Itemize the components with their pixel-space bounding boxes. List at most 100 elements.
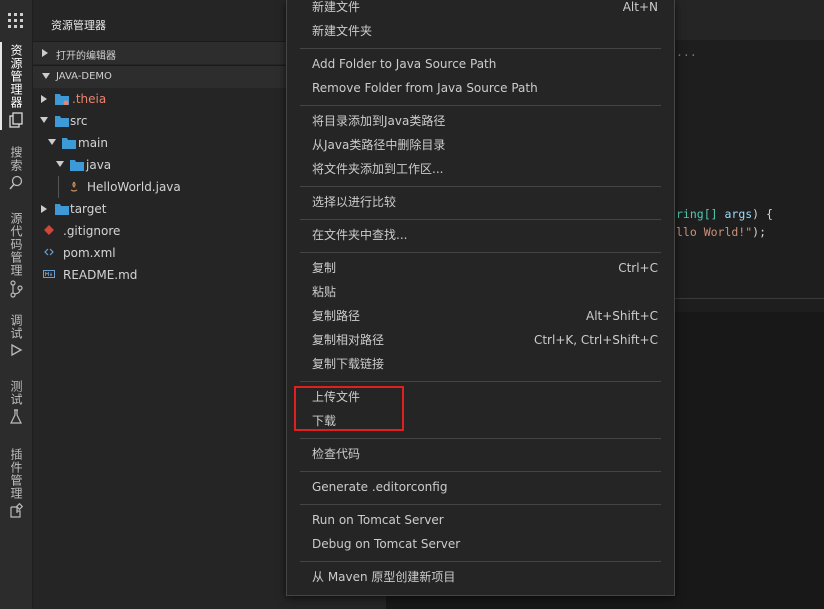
menu-item-select-compare[interactable]: 选择以进行比较: [287, 190, 674, 214]
tab-test[interactable]: 测试: [0, 380, 32, 425]
code-line-1: ring[] args) {: [676, 207, 773, 221]
project-label: JAVA-DEMO: [56, 71, 112, 82]
tree-item-label: pom.xml: [63, 246, 116, 260]
menu-item-label: 复制路径: [312, 309, 361, 323]
menu-item-label: Generate .editorconfig: [312, 480, 448, 494]
menu-item-shortcut: Ctrl+K, Ctrl+Shift+C: [533, 333, 658, 347]
menu-item-label: 复制相对路径: [312, 333, 385, 347]
sidebar-title: 资源管理器: [51, 19, 106, 32]
extensions-icon: [10, 503, 23, 518]
folder-icon: [70, 160, 84, 171]
menu-item-copy-download-link[interactable]: 复制下载链接: [287, 352, 674, 376]
menu-item-generate-editorconfig[interactable]: Generate .editorconfig: [287, 475, 674, 499]
menu-item-check-code[interactable]: 检查代码: [287, 442, 674, 466]
menu-grid-icon[interactable]: [8, 13, 23, 28]
code-type: ring[]: [676, 207, 725, 221]
menu-item-label: 选择以进行比较: [312, 195, 397, 209]
tree-item-label: README.md: [63, 268, 138, 282]
menu-item-label: 粘贴: [312, 285, 337, 299]
menu-item-debug-tomcat[interactable]: Debug on Tomcat Server: [287, 532, 674, 556]
tab-source-control[interactable]: 源代码管理: [0, 212, 32, 298]
menu-separator: [300, 252, 661, 253]
indent-guide: [58, 176, 59, 198]
tree-item-label: .theia: [72, 92, 107, 106]
menu-separator: [300, 438, 661, 439]
tree-item-label: java: [86, 158, 112, 172]
chevron-down-icon: [42, 73, 50, 79]
menu-separator: [300, 219, 661, 220]
highlight-annotation-box: [294, 386, 404, 431]
menu-item-label: Debug on Tomcat Server: [312, 537, 461, 551]
menu-item-add-to-workspace[interactable]: 将文件夹添加到工作区...: [287, 157, 674, 181]
menu-item-label: 复制: [312, 261, 337, 275]
menu-item-run-tomcat[interactable]: Run on Tomcat Server: [287, 508, 674, 532]
tab-explorer[interactable]: 资源管理器: [0, 42, 32, 130]
menu-item-paste[interactable]: 粘贴: [287, 280, 674, 304]
menu-item-label: Remove Folder from Java Source Path: [312, 81, 538, 95]
tab-source-control-label: 源代码管理: [9, 212, 23, 277]
menu-separator: [300, 504, 661, 505]
menu-item-label: 新建文件夹: [312, 24, 373, 38]
tab-explorer-label: 资源管理器: [9, 44, 23, 109]
menu-item-new-file[interactable]: 新建文件 Alt+N: [287, 0, 674, 19]
menu-item-shortcut: Ctrl+C: [618, 261, 658, 275]
search-icon: [9, 175, 23, 190]
menu-separator: [300, 105, 661, 106]
tab-search-label: 搜索: [9, 146, 23, 172]
code-string: llo World!": [676, 225, 753, 239]
menu-item-add-dir-java-path[interactable]: 将目录添加到Java类路径: [287, 109, 674, 133]
menu-item-add-java-source[interactable]: Add Folder to Java Source Path: [287, 52, 674, 76]
menu-item-remove-java-source[interactable]: Remove Folder from Java Source Path: [287, 76, 674, 100]
folder-icon: [55, 94, 69, 105]
code-punct: ) {: [752, 207, 773, 221]
code-punct: );: [752, 225, 767, 239]
markdown-icon: [43, 270, 55, 278]
tab-debug-label: 调试: [9, 314, 23, 340]
tree-item-label: main: [78, 136, 108, 150]
menu-separator: [300, 186, 661, 187]
tree-item-label: HelloWorld.java: [87, 180, 181, 194]
chevron-down-icon: [40, 117, 48, 123]
menu-item-find-in-folder[interactable]: 在文件夹中查找...: [287, 223, 674, 247]
open-editors-label: 打开的编辑器: [56, 51, 116, 62]
menu-separator: [300, 471, 661, 472]
editor-breadcrumb-ellipsis: ...: [676, 45, 697, 59]
activity-bar: 资源管理器 搜索 源代码管理 调试 测试 插件管理: [0, 0, 33, 609]
tab-test-label: 测试: [9, 380, 23, 406]
flask-icon: [10, 409, 22, 424]
menu-item-label: 复制下载链接: [312, 357, 385, 371]
menu-separator: [300, 381, 661, 382]
tree-item-label: src: [70, 114, 88, 128]
menu-separator: [300, 48, 661, 49]
menu-item-label: 将目录添加到Java类路径: [312, 114, 446, 128]
menu-item-remove-dir-java-path[interactable]: 从Java类路径中删除目录: [287, 133, 674, 157]
xml-icon: [44, 248, 54, 256]
menu-item-shortcut: Alt+N: [622, 0, 658, 14]
folder-icon: [62, 138, 76, 149]
tab-debug[interactable]: 调试: [0, 314, 32, 357]
chevron-right-icon: [42, 49, 48, 57]
menu-item-label: 在文件夹中查找...: [312, 228, 408, 242]
code-line-2: llo World!");: [676, 225, 766, 239]
menu-item-label: 将文件夹添加到工作区...: [312, 162, 444, 176]
files-icon: [9, 112, 23, 128]
tab-search[interactable]: 搜索: [0, 146, 32, 191]
menu-item-new-folder[interactable]: 新建文件夹: [287, 19, 674, 43]
tab-extensions-label: 插件管理: [9, 448, 23, 500]
menu-item-copy[interactable]: 复制 Ctrl+C: [287, 256, 674, 280]
menu-item-copy-relative-path[interactable]: 复制相对路径 Ctrl+K, Ctrl+Shift+C: [287, 328, 674, 352]
context-menu: 新建文件 Alt+N 新建文件夹 Add Folder to Java Sourc…: [286, 0, 675, 596]
folder-icon: [55, 204, 69, 215]
chevron-down-icon: [56, 161, 64, 167]
menu-separator: [300, 561, 661, 562]
source-control-icon: [10, 280, 23, 298]
debug-icon: [11, 343, 23, 357]
chevron-right-icon: [41, 95, 47, 103]
tab-extensions[interactable]: 插件管理: [0, 448, 32, 519]
menu-item-label: Run on Tomcat Server: [312, 513, 444, 527]
tree-item-label: target: [70, 202, 107, 216]
menu-item-maven-archetype[interactable]: 从 Maven 原型创建新项目: [287, 565, 674, 589]
menu-item-copy-path[interactable]: 复制路径 Alt+Shift+C: [287, 304, 674, 328]
chevron-right-icon: [41, 205, 47, 213]
menu-item-label: 检查代码: [312, 447, 361, 461]
